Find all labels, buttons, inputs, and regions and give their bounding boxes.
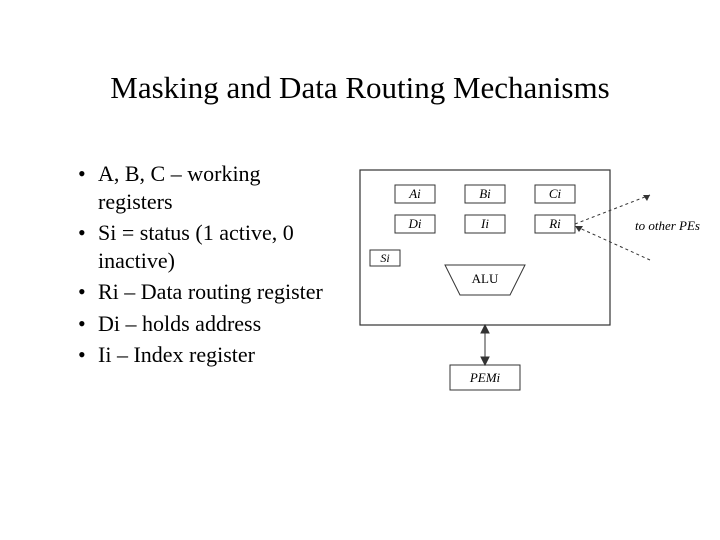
- svg-text:PEMi: PEMi: [469, 370, 501, 385]
- side-label: to other PEs: [635, 218, 700, 233]
- register-ci: Ci: [535, 185, 575, 203]
- list-item: A, B, C – working registers: [78, 160, 338, 215]
- svg-text:Ai: Ai: [408, 186, 421, 201]
- register-si: Si: [370, 250, 400, 266]
- register-ii: Ii: [465, 215, 505, 233]
- svg-text:Ii: Ii: [480, 216, 489, 231]
- register-bi: Bi: [465, 185, 505, 203]
- alu-block: ALU: [445, 265, 525, 295]
- pemi-block: PEMi: [450, 365, 520, 390]
- svg-text:Si: Si: [380, 251, 389, 265]
- list-item: Ri – Data routing register: [78, 278, 338, 306]
- svg-text:ALU: ALU: [472, 271, 499, 286]
- svg-text:Ri: Ri: [548, 216, 561, 231]
- svg-text:Bi: Bi: [479, 186, 491, 201]
- list-item: Si = status (1 active, 0 inactive): [78, 219, 338, 274]
- svg-text:Di: Di: [408, 216, 422, 231]
- bullet-list: A, B, C – working registers Si = status …: [78, 160, 338, 373]
- list-item: Di – holds address: [78, 310, 338, 338]
- svg-text:Ci: Ci: [549, 186, 562, 201]
- list-item: Ii – Index register: [78, 341, 338, 369]
- page-title: Masking and Data Routing Mechanisms: [0, 70, 720, 106]
- pe-diagram: Ai Bi Ci Di Ii Ri Si ALU to other PEs: [350, 165, 700, 415]
- mem-link-icon: [481, 325, 489, 365]
- register-ri: Ri: [535, 215, 575, 233]
- register-ai: Ai: [395, 185, 435, 203]
- register-di: Di: [395, 215, 435, 233]
